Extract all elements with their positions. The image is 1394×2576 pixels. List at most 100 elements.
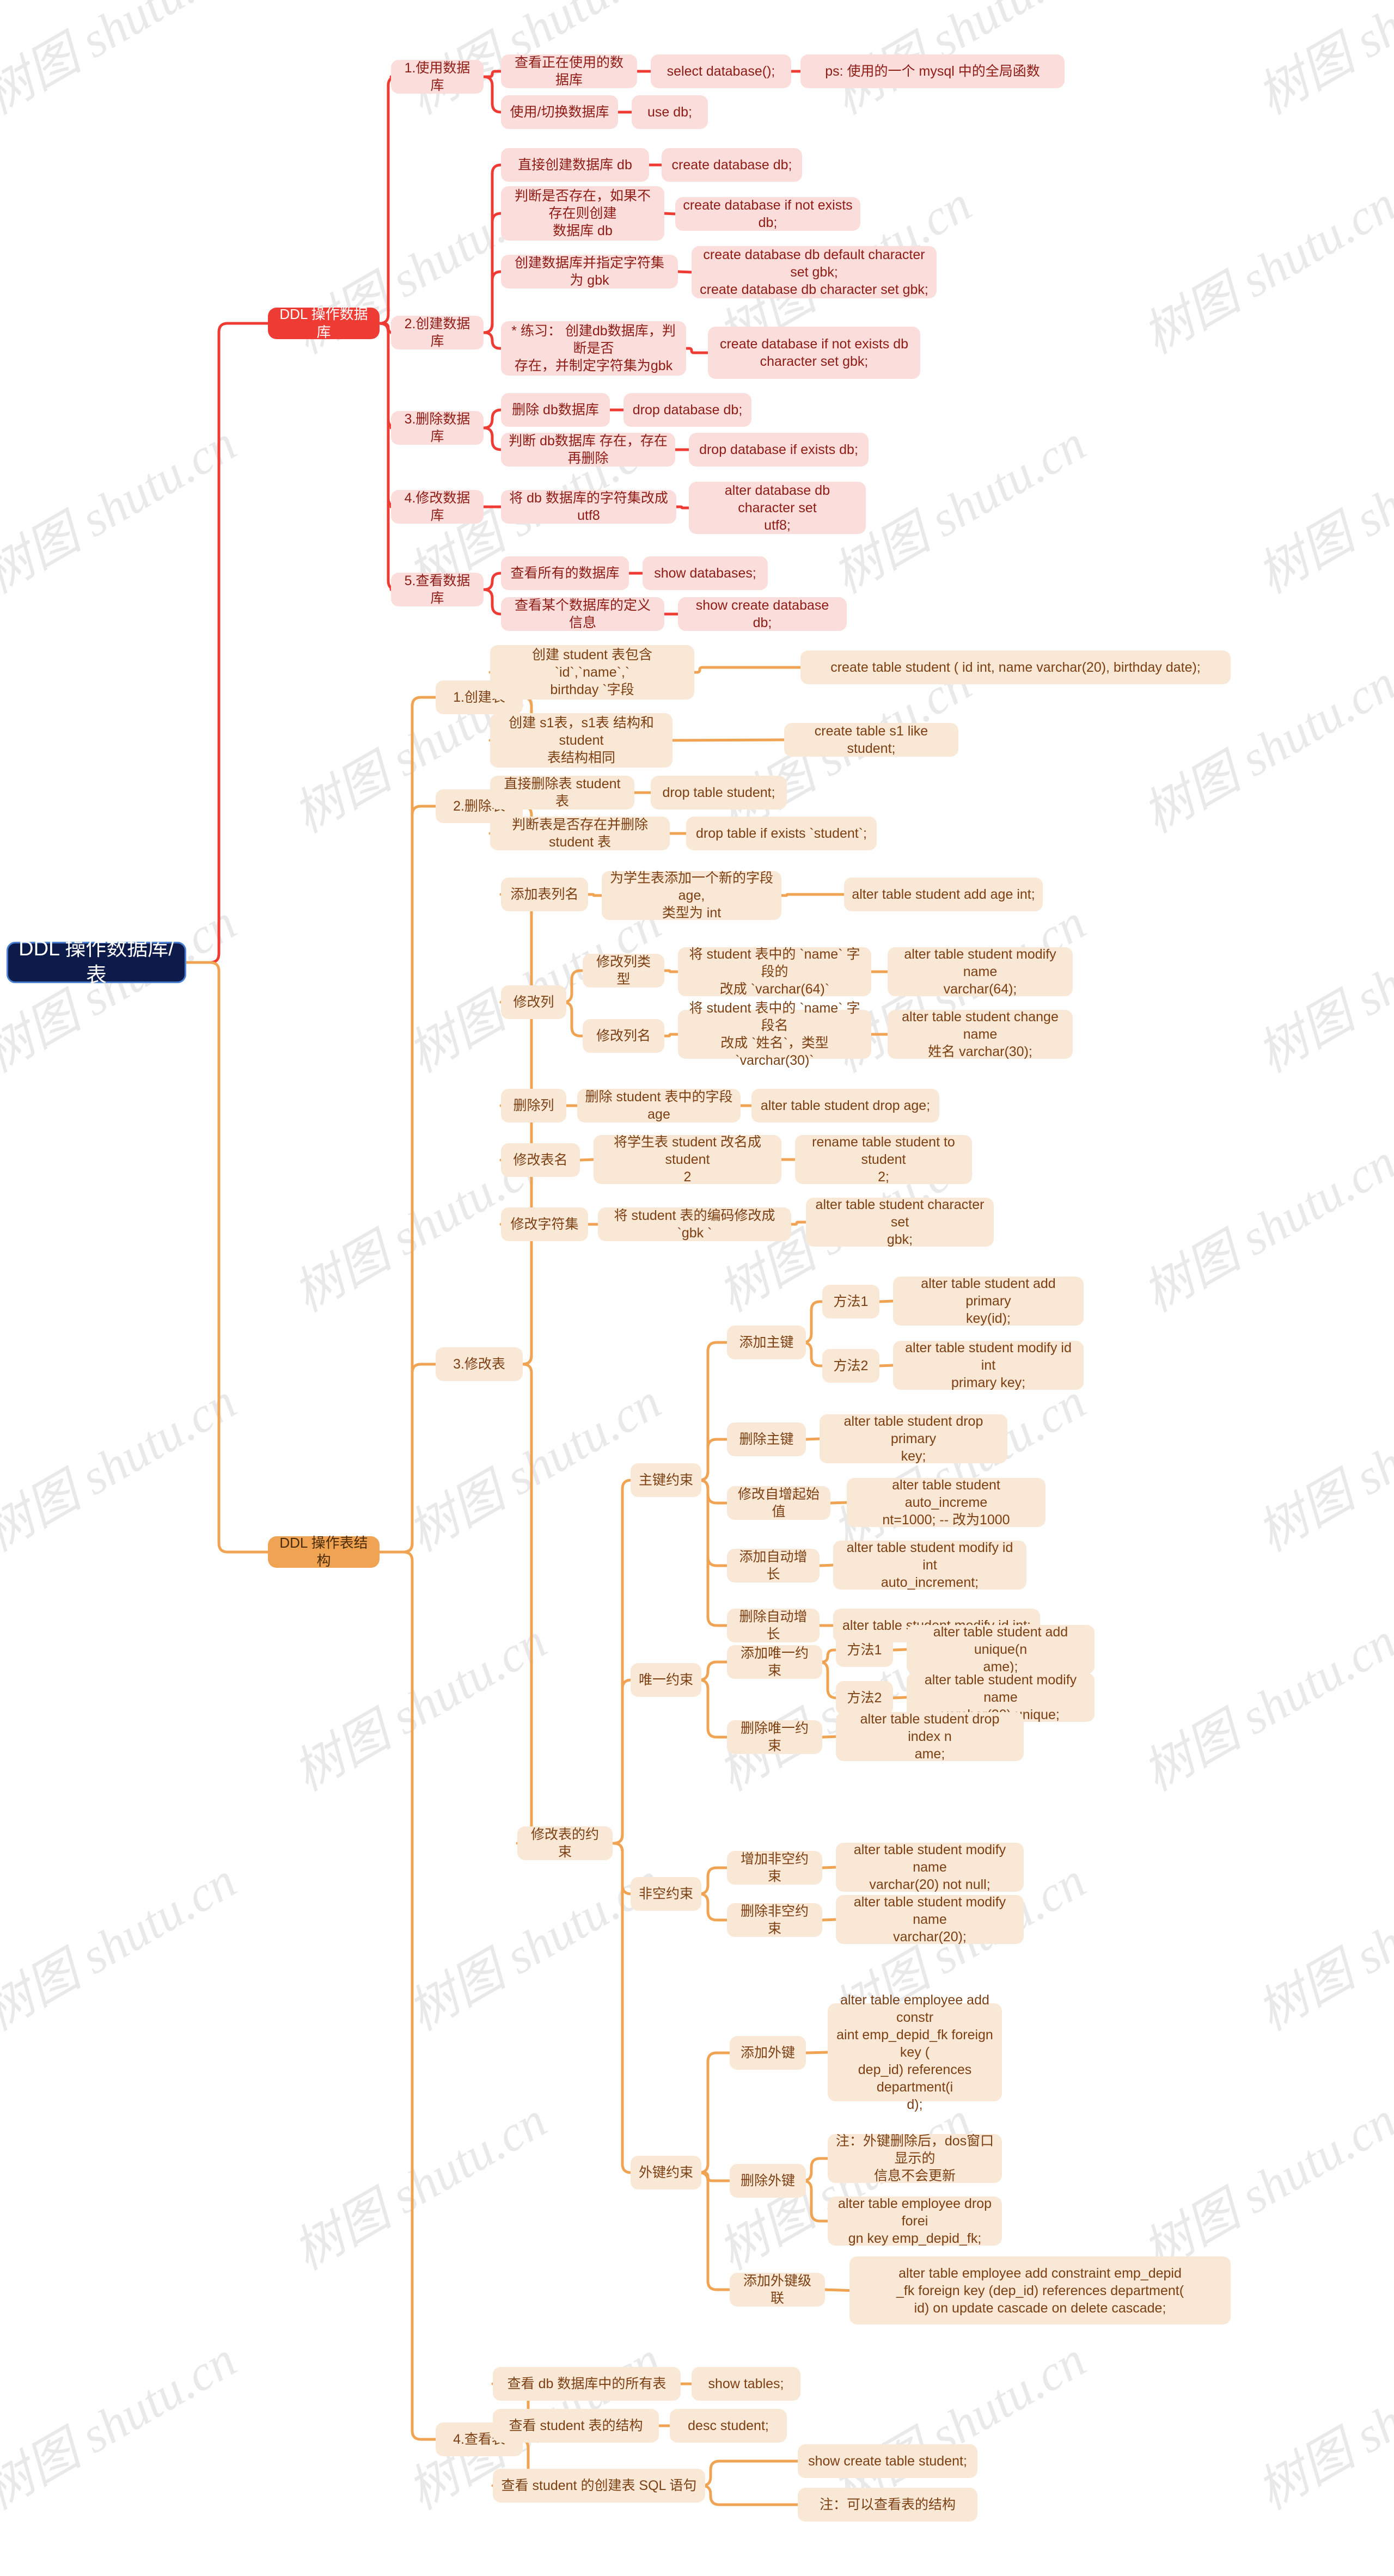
sql-create-db-charset[interactable]: create database db default character set…	[692, 246, 937, 298]
sql-modify-name-not-null[interactable]: alter table student modify name varchar(…	[836, 1842, 1024, 1892]
sql-create-table-student[interactable]: create table student ( id int, name varc…	[800, 651, 1231, 684]
leaf-exercise-create-db[interactable]: * 练习： 创建db数据库，判断是否 存在，并制定字符集为gbk	[501, 321, 686, 376]
leaf-create-db-direct[interactable]: 直接创建数据库 db	[501, 148, 649, 182]
sql-alter-drop-age[interactable]: alter table student drop age;	[751, 1089, 939, 1123]
op-drop-unique[interactable]: 删除唯一约束	[727, 1720, 822, 1754]
group-node-use-db[interactable]: 1.使用数据库	[391, 60, 484, 94]
note-global-function[interactable]: ps: 使用的一个 mysql 中的全局函数	[800, 54, 1065, 88]
sql-alter-table-charset[interactable]: alter table student character set gbk;	[806, 1197, 994, 1247]
op-add-primary-key[interactable]: 添加主键	[727, 1326, 806, 1359]
leaf-show-create-db[interactable]: 查看某个数据库的定义信息	[501, 597, 664, 631]
sql-add-foreign-key-constraint[interactable]: alter table employee add constr aint emp…	[828, 1992, 1002, 2112]
root-node[interactable]: DDL 操作数据库/表	[7, 937, 186, 987]
op-drop-not-null[interactable]: 删除非空约束	[727, 1903, 822, 1937]
sql-add-primary-key[interactable]: alter table student add primary key(id);	[893, 1276, 1084, 1326]
op-add-not-null[interactable]: 增加非空约束	[727, 1851, 822, 1885]
sql-alter-change-name[interactable]: alter table student change name 姓名 varch…	[888, 1009, 1073, 1059]
leaf-create-db-if-not-exists[interactable]: 判断是否存在，如果不存在则创建 数据库 db	[501, 186, 664, 241]
sql-modify-id-primary-key[interactable]: alter table student modify id int primar…	[893, 1340, 1084, 1390]
sql-foreign-key-cascade[interactable]: alter table employee add constraint emp_…	[849, 2256, 1231, 2324]
note-foreign-key-dos-window[interactable]: 注：外键删除后，dos窗口显示的 信息不会更新	[828, 2133, 1002, 2184]
leaf-rename-student-to-student2[interactable]: 将学生表 student 改名成 student 2	[594, 1134, 781, 1185]
sql-drop-table-student[interactable]: drop table student;	[651, 776, 787, 809]
sub-node-rename-table[interactable]: 修改表名	[501, 1143, 580, 1177]
leaf-show-tables[interactable]: 查看 db 数据库中的所有表	[493, 2367, 681, 2401]
group-node-show-db[interactable]: 5.查看数据库	[391, 573, 484, 606]
sql-rename-table[interactable]: rename table student to student 2;	[795, 1134, 972, 1185]
op-drop-auto-increment[interactable]: 删除自动增长	[727, 1609, 820, 1642]
op-drop-primary-key[interactable]: 删除主键	[727, 1422, 806, 1456]
method2-add-primary-key[interactable]: 方法2	[822, 1349, 879, 1383]
leaf-modify-name-type[interactable]: 将 student 表中的 `name` 字段的 改成 `varchar(64)…	[678, 947, 871, 997]
method1-add-primary-key[interactable]: 方法1	[822, 1285, 879, 1318]
leaf-alter-db-charset[interactable]: 将 db 数据库的字符集改成 utf8	[501, 490, 676, 524]
leaf-add-age-column[interactable]: 为学生表添加一个新的字段 age, 类型为 int	[602, 870, 781, 921]
leaf-desc-student[interactable]: 查看 student 表的结构	[493, 2409, 659, 2443]
sub-node-modify-charset[interactable]: 修改字符集	[501, 1207, 588, 1241]
leaf-use-switch-db[interactable]: 使用/切换数据库	[501, 95, 618, 129]
op-add-auto-increment[interactable]: 添加自动增长	[727, 1549, 820, 1583]
sub-node-modify-column[interactable]: 修改列	[501, 985, 566, 1019]
branch-node-db[interactable]: DDL 操作数据库	[268, 306, 380, 340]
leaf-rename-name-column[interactable]: 将 student 表中的 `name` 字段名 改成 `姓名`，类型 `var…	[678, 1001, 871, 1068]
leaf-drop-table-if-exists[interactable]: 判断表是否存在并删除 student 表	[490, 817, 670, 850]
constraint-unique[interactable]: 唯一约束	[631, 1663, 701, 1697]
sql-use-db[interactable]: use db;	[632, 95, 708, 129]
sql-show-create-table-student[interactable]: show create table student;	[798, 2444, 977, 2478]
sql-drop-index-name[interactable]: alter table student drop index n ame;	[836, 1712, 1024, 1762]
sql-auto-increment-1000[interactable]: alter table student auto_increme nt=1000…	[847, 1477, 1046, 1528]
op-modify-auto-increment-start[interactable]: 修改自增起始值	[727, 1486, 830, 1520]
group-node-drop-db[interactable]: 3.删除数据库	[391, 411, 484, 445]
sub-node-drop-column[interactable]: 删除列	[501, 1089, 566, 1123]
sql-show-tables[interactable]: show tables;	[692, 2367, 800, 2401]
sql-exercise-create-db[interactable]: create database if not exists db charact…	[708, 327, 920, 379]
sql-create-database[interactable]: create database db;	[662, 148, 802, 182]
sql-show-create-database[interactable]: show create database db;	[678, 597, 847, 631]
sub-node-add-column[interactable]: 添加表列名	[501, 878, 588, 911]
leaf-show-databases[interactable]: 查看所有的数据库	[501, 556, 629, 590]
op-drop-foreign-key[interactable]: 删除外键	[730, 2164, 806, 2198]
op-add-unique[interactable]: 添加唯一约束	[727, 1645, 822, 1679]
leaf-drop-table-student[interactable]: 直接删除表 student 表	[490, 776, 634, 809]
op-add-foreign-key[interactable]: 添加外键	[730, 2036, 806, 2070]
op-add-foreign-key-cascade[interactable]: 添加外键级联	[730, 2273, 825, 2307]
method1-add-unique[interactable]: 方法1	[836, 1633, 893, 1667]
note-view-table-structure[interactable]: 注：可以查看表的结构	[798, 2488, 977, 2522]
leaf-drop-age-column[interactable]: 删除 student 表中的字段 age	[577, 1089, 741, 1123]
constraint-foreign-key[interactable]: 外键约束	[631, 2156, 701, 2189]
leaf-drop-db[interactable]: 删除 db数据库	[501, 393, 610, 427]
group-node-alter-db[interactable]: 4.修改数据库	[391, 490, 484, 524]
sql-select-database[interactable]: select database();	[651, 54, 791, 88]
leaf-show-create-table[interactable]: 查看 student 的创建表 SQL 语句	[493, 2469, 705, 2503]
constraint-primary-key[interactable]: 主键约束	[631, 1463, 701, 1497]
sql-show-databases[interactable]: show databases;	[643, 556, 768, 590]
sub-node-modify-column-type[interactable]: 修改列类型	[583, 954, 664, 988]
branch-node-table[interactable]: DDL 操作表结构	[268, 1535, 380, 1569]
sql-alter-db-charset[interactable]: alter database db character set utf8;	[689, 482, 866, 534]
leaf-create-s1-like-student[interactable]: 创建 s1表，s1表 结构和 student 表结构相同	[490, 713, 672, 768]
sql-alter-modify-name-varchar64[interactable]: alter table student modify name varchar(…	[888, 947, 1073, 997]
group-node-create-db[interactable]: 2.创建数据库	[391, 316, 484, 349]
sql-modify-id-auto-increment[interactable]: alter table student modify id int auto_i…	[833, 1540, 1026, 1590]
sql-drop-database[interactable]: drop database db;	[623, 393, 751, 427]
sub-node-table-constraints[interactable]: 修改表的约束	[517, 1826, 613, 1860]
sql-modify-name-varchar20[interactable]: alter table student modify name varchar(…	[836, 1894, 1024, 1945]
constraint-not-null[interactable]: 非空约束	[631, 1877, 701, 1911]
sql-drop-table-if-exists[interactable]: drop table if exists `student`;	[686, 817, 877, 850]
group-node-alter-table[interactable]: 3.修改表	[436, 1347, 523, 1381]
sql-create-table-s1-like[interactable]: create table s1 like student;	[784, 723, 958, 757]
leaf-create-db-charset[interactable]: 创建数据库并指定字符集为 gbk	[501, 255, 678, 289]
sql-drop-foreign-key[interactable]: alter table employee drop forei gn key e…	[828, 2196, 1002, 2246]
sql-desc-student[interactable]: desc student;	[670, 2409, 787, 2443]
sql-create-db-if-not-exists[interactable]: create database if not exists db;	[675, 197, 860, 231]
sub-node-rename-column[interactable]: 修改列名	[583, 1019, 664, 1053]
method2-add-unique[interactable]: 方法2	[836, 1681, 893, 1715]
sql-add-unique-name[interactable]: alter table student add unique(n ame);	[907, 1624, 1095, 1675]
leaf-modify-table-charset-gbk[interactable]: 将 student 表的编码修改成 `gbk `	[598, 1207, 791, 1241]
leaf-drop-db-if-exists[interactable]: 判断 db数据库 存在，存在再删除	[501, 433, 675, 467]
sql-drop-primary-key[interactable]: alter table student drop primary key;	[820, 1414, 1007, 1464]
sql-alter-add-age[interactable]: alter table student add age int;	[844, 878, 1043, 911]
leaf-create-student-table[interactable]: 创建 student 表包含 `id`,`name`,` birthday `字…	[490, 645, 694, 700]
leaf-view-current-db[interactable]: 查看正在使用的数据库	[501, 54, 637, 88]
sql-drop-db-if-exists[interactable]: drop database if exists db;	[689, 433, 869, 467]
